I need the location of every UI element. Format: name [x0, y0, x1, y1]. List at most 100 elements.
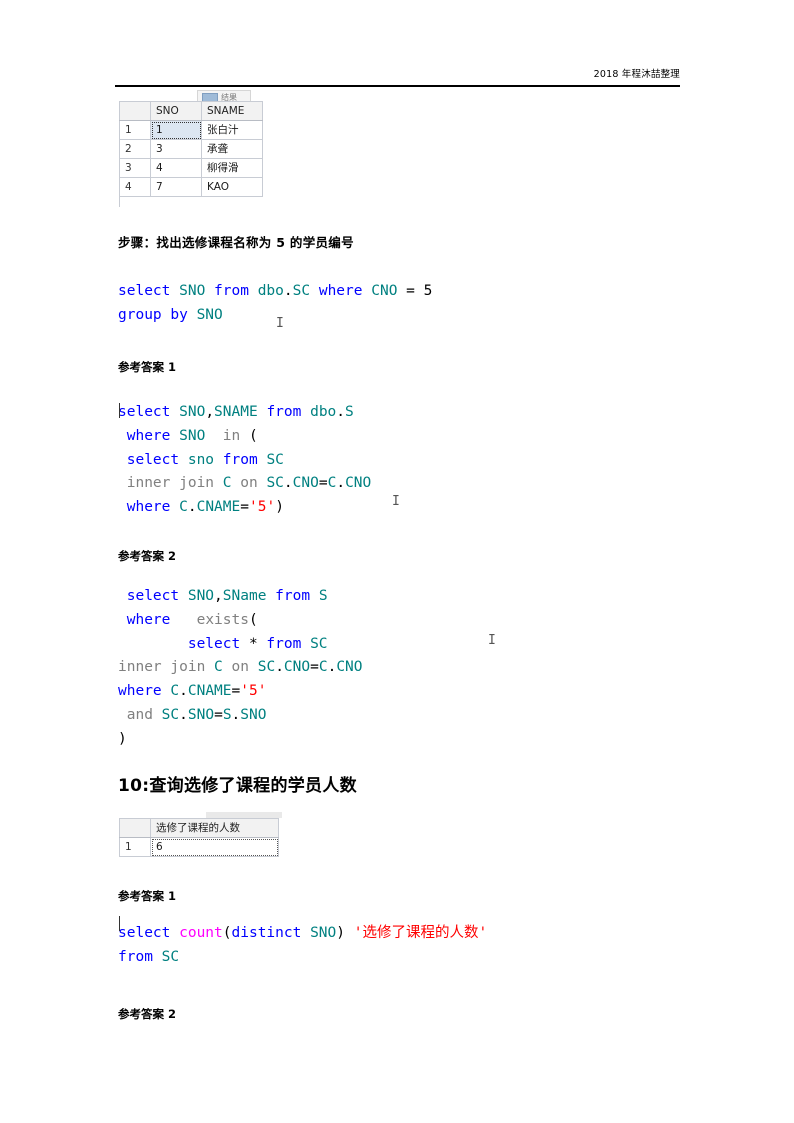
code-token: '5'	[248, 499, 276, 516]
code-block-answer-1b[interactable]: select SNO,SName from S where exists( se…	[118, 585, 363, 752]
code-token: CNO	[283, 659, 311, 676]
header-text: 2018 年程沐喆整理	[593, 69, 680, 80]
code-token: SNAME	[214, 404, 258, 420]
text-cursor-icon	[392, 494, 399, 509]
row-number-cell[interactable]: 3	[119, 158, 151, 178]
code-token: SC	[266, 475, 284, 492]
cell-sno[interactable]: 4	[150, 158, 202, 178]
code-token: S	[345, 404, 354, 420]
code-token: = 5	[397, 283, 433, 299]
code-line: where C.CNAME='5'	[118, 680, 363, 704]
code-line: select count(distinct SNO) '选修了课程的人数'	[118, 922, 487, 946]
code-token: distinct	[231, 925, 311, 941]
cell-sname[interactable]: 柳得滑	[201, 158, 263, 178]
code-line: where C.CNAME='5')	[118, 496, 371, 520]
cell-sname[interactable]: 张白汁	[201, 120, 263, 140]
code-token: CNO	[371, 283, 398, 299]
code-token: =	[310, 659, 319, 676]
table-row[interactable]: 1 1 张白汁	[119, 120, 263, 140]
code-token: exists	[196, 611, 249, 628]
code-token: .	[275, 659, 284, 676]
code-token: inner join	[126, 475, 215, 492]
cell-sname[interactable]: KAO	[201, 177, 263, 197]
cell-count[interactable]: 6	[150, 837, 279, 857]
answer-label-2b: 参考答案 2	[118, 1007, 177, 1021]
text-caret	[119, 916, 120, 931]
row-number-cell[interactable]: 4	[119, 177, 151, 197]
code-token: SNO	[187, 706, 215, 723]
code-token: ,	[205, 404, 215, 420]
code-token: )	[336, 925, 354, 941]
cell-sno[interactable]: 3	[150, 139, 202, 159]
code-token: SC	[266, 451, 284, 468]
code-token: C	[214, 659, 223, 676]
code-token: select	[126, 451, 188, 468]
code-token: select	[126, 588, 188, 604]
code-token: from	[275, 588, 311, 604]
result-grid-course-count[interactable]: 选修了课程的人数 16	[119, 818, 279, 857]
cell-sno[interactable]: 7	[150, 177, 202, 197]
column-header-sname[interactable]: SNAME	[201, 101, 263, 121]
code-token: .	[336, 475, 346, 492]
code-token: C	[318, 659, 328, 676]
code-line: inner join C on SC.CNO=C.CNO	[118, 656, 363, 680]
code-token: )	[275, 499, 284, 516]
code-token: C	[179, 499, 188, 516]
code-block-answer-2a[interactable]: select count(distinct SNO) '选修了课程的人数' fro…	[118, 922, 487, 970]
code-token: where	[318, 283, 363, 299]
grid-corner-cell[interactable]	[119, 818, 151, 838]
text-cursor-icon	[488, 633, 495, 648]
code-token: .	[283, 283, 293, 299]
table-row[interactable]: 16	[119, 837, 279, 857]
code-token: =	[214, 706, 223, 723]
code-token: in	[222, 427, 241, 444]
code-token: SC	[310, 635, 328, 652]
document-page: 2018 年程沐喆整理 结果 SNO SNAME 1 1 张白汁 2 3 承聋 3 4 柳得滑 4…	[0, 0, 794, 1123]
code-token: where	[118, 683, 162, 700]
code-token: .	[187, 499, 197, 516]
code-token: CNAME	[187, 683, 232, 700]
code-token: (	[240, 427, 258, 444]
code-line: select * from SC	[118, 633, 363, 657]
code-token: C	[170, 683, 180, 700]
code-token: CNO	[336, 659, 363, 676]
text-cursor-icon	[276, 316, 283, 331]
code-line: where SNO in (	[118, 425, 371, 449]
table-row[interactable]: 3 4 柳得滑	[119, 158, 263, 178]
code-token: CNO	[292, 475, 319, 492]
table-row[interactable]: 2 3 承聋	[119, 139, 263, 159]
code-token: from	[118, 948, 153, 965]
column-header-sno[interactable]: SNO	[150, 101, 202, 121]
grid-corner-cell[interactable]	[119, 101, 151, 121]
code-token: from	[266, 404, 302, 420]
code-token: where	[126, 611, 171, 628]
result-grid-students[interactable]: SNO SNAME 1 1 张白汁 2 3 承聋 3 4 柳得滑 4 7 KAO	[119, 101, 263, 197]
code-line: inner join C on SC.CNO=C.CNO	[118, 472, 372, 496]
code-token: count	[179, 925, 223, 941]
code-token: select	[118, 283, 180, 299]
cell-sno[interactable]: 1	[150, 120, 202, 140]
column-header-count[interactable]: 选修了课程的人数	[150, 818, 279, 838]
row-number-cell[interactable]: 2	[119, 139, 151, 159]
code-token: dbo	[310, 404, 337, 420]
row-number-cell[interactable]: 1	[119, 120, 151, 140]
row-number-cell[interactable]: 1	[119, 837, 151, 857]
cell-sname[interactable]: 承聋	[201, 139, 263, 159]
code-line: select sno from SC	[118, 449, 371, 473]
code-token: .	[336, 404, 346, 420]
table-row[interactable]: 4 7 KAO	[119, 177, 263, 197]
code-block-answer-1a[interactable]: select SNO,SNAME from dbo.S where SNO in…	[118, 401, 371, 520]
code-token: and	[126, 706, 153, 723]
